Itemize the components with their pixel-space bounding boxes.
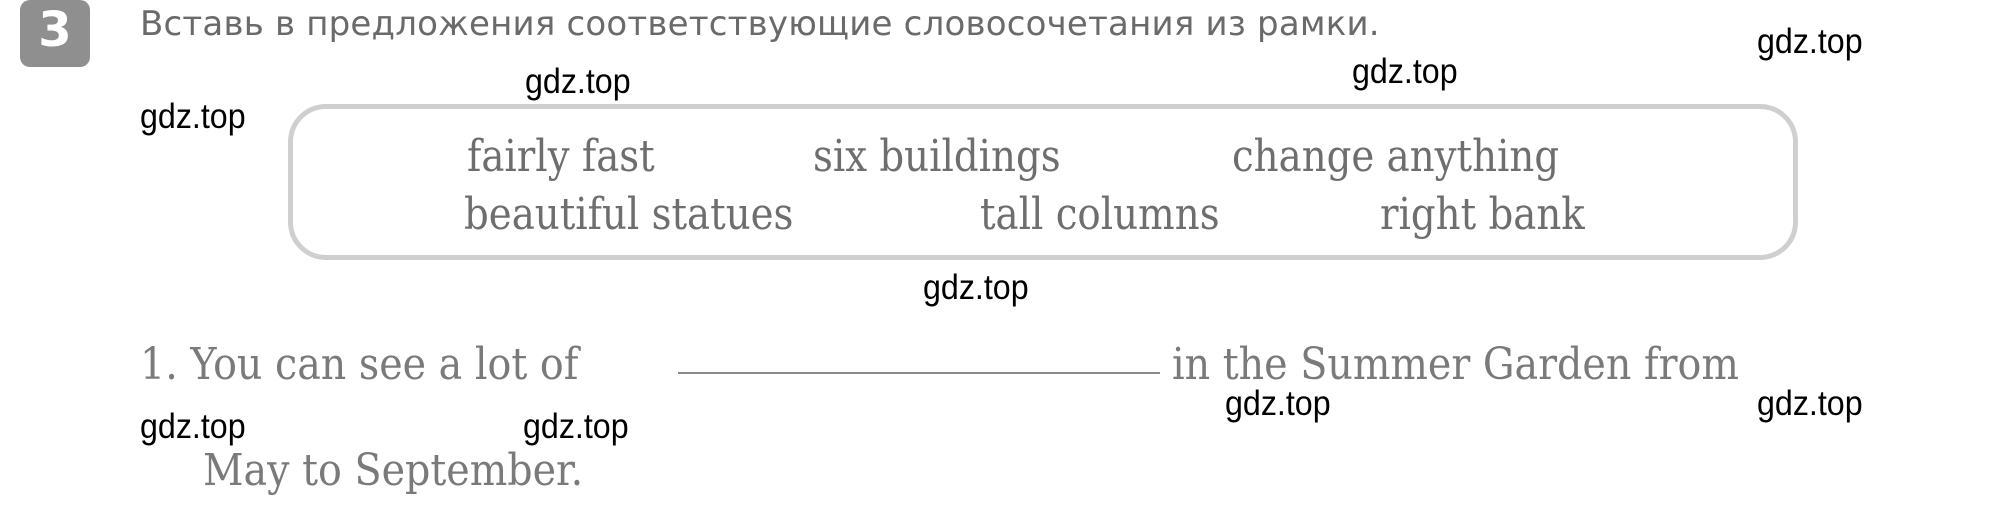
watermark: gdz.top (523, 407, 629, 446)
sentence-text-before: You can see a lot of (190, 339, 579, 390)
exercise-instruction: Вставь в предложения соответствующие сло… (140, 4, 1380, 44)
watermark: gdz.top (1757, 384, 1863, 423)
sentence-number: 1. (140, 339, 178, 390)
watermark: gdz.top (525, 62, 631, 101)
answer-blank-1[interactable] (678, 372, 1160, 374)
word-box-phrase: beautiful statues (464, 189, 794, 240)
word-box-phrase: right bank (1380, 189, 1585, 240)
word-box-phrase: fairly fast (467, 131, 655, 182)
word-box-phrase: change anything (1232, 131, 1560, 182)
watermark: gdz.top (140, 407, 246, 446)
watermark: gdz.top (1757, 22, 1863, 61)
sentence-text-after: in the Summer Garden from (1172, 339, 1739, 390)
sentence-1-start: 1. You can see a lot of (140, 340, 578, 390)
exercise-number-badge: 3 (20, 0, 90, 67)
watermark: gdz.top (923, 268, 1029, 307)
word-box-phrase: six buildings (813, 131, 1061, 182)
watermark: gdz.top (1225, 384, 1331, 423)
watermark: gdz.top (1352, 52, 1458, 91)
watermark: gdz.top (140, 97, 246, 136)
word-box-phrase: tall columns (980, 189, 1220, 240)
sentence-continuation: May to September. (203, 445, 584, 496)
